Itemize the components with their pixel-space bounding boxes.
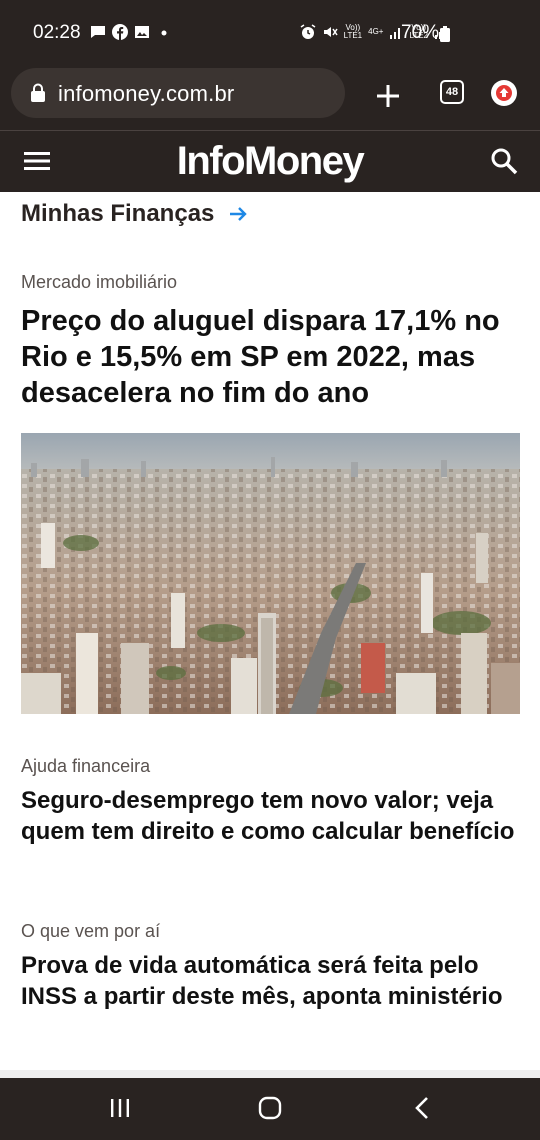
ad-banner[interactable] [0, 1070, 540, 1078]
network-type: 4G+ [368, 27, 384, 36]
article-kicker[interactable]: Ajuda financeira [21, 756, 521, 777]
dot-icon [161, 30, 167, 36]
section-title: Minhas Finanças [21, 200, 215, 227]
status-bar: 02:28 Vo)) LTE1 4G+ Vo)) LTE2 70% [0, 0, 540, 64]
back-icon[interactable] [410, 1095, 434, 1121]
browser-toolbar: infomoney.com.br 48 [0, 64, 540, 131]
address-bar[interactable]: infomoney.com.br [11, 68, 345, 118]
city-aerial-image [21, 433, 520, 714]
system-navigation-bar [0, 1078, 540, 1140]
article-kicker[interactable]: Mercado imobiliário [21, 272, 521, 293]
lock-icon [31, 83, 45, 102]
battery-level: 70% [401, 22, 440, 43]
home-icon[interactable] [258, 1096, 282, 1120]
facebook-icon [112, 24, 128, 40]
recents-icon[interactable] [108, 1096, 132, 1120]
arrow-up-icon [496, 85, 512, 101]
status-notification-icons [90, 24, 172, 40]
status-time: 02:28 [33, 22, 81, 43]
section-link[interactable]: Minhas Finanças [21, 200, 248, 228]
mute-icon [323, 27, 338, 37]
arrow-right-icon [230, 207, 248, 221]
update-button[interactable] [491, 80, 517, 106]
url-text: infomoney.com.br [58, 81, 235, 106]
new-tab-button[interactable] [372, 80, 404, 112]
article-card[interactable]: O que vem por aí Prova de vida automátic… [21, 921, 521, 1012]
article-card[interactable]: Ajuda financeira Seguro-desemprego tem n… [21, 756, 521, 847]
article-headline[interactable]: Seguro-desemprego tem novo valor; veja q… [21, 785, 521, 847]
image-icon [135, 26, 149, 38]
article-card[interactable]: Mercado imobiliário Preço do aluguel dis… [21, 272, 521, 411]
site-logo[interactable]: InfoMoney [0, 139, 540, 184]
search-icon[interactable] [490, 147, 518, 175]
article-photo[interactable] [21, 433, 520, 714]
article-kicker[interactable]: O que vem por aí [21, 921, 521, 942]
battery-icon [440, 26, 450, 42]
alarm-icon [300, 24, 316, 39]
network-indicator-1: Vo)) LTE1 [343, 23, 363, 40]
tab-switcher-button[interactable]: 48 [440, 80, 464, 104]
article-headline[interactable]: Prova de vida automática será feita pelo… [21, 950, 521, 1012]
article-headline[interactable]: Preço do aluguel dispara 17,1% no Rio e … [21, 303, 521, 411]
site-header: InfoMoney [0, 131, 540, 192]
message-icon [91, 26, 105, 38]
